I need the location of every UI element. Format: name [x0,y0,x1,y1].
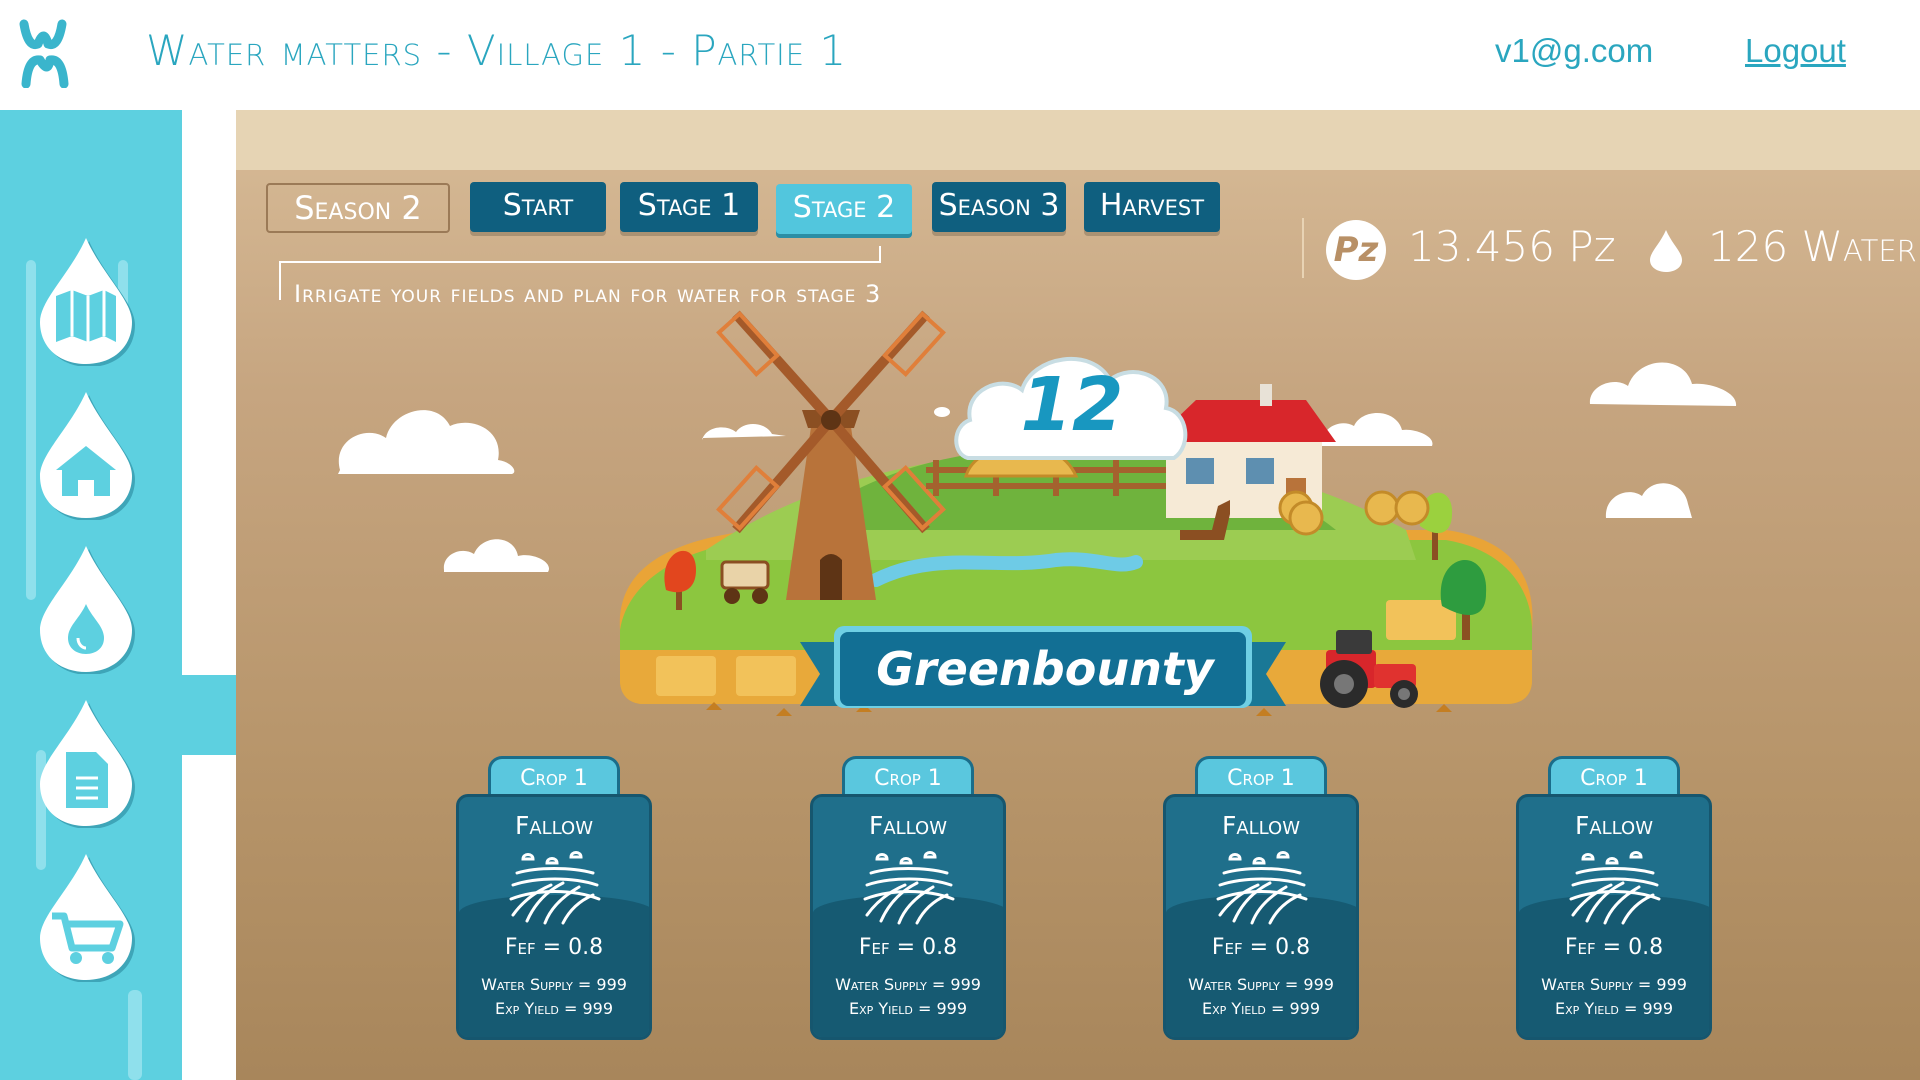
app-logo[interactable] [18,14,90,89]
crop-card[interactable]: Crop 1 Fallow Fef = 0.8 Water Supply = 9… [456,756,652,1040]
crop-expected-yield: Exp Yield = 999 [1554,999,1674,1018]
field-icon [509,851,601,925]
sidebar-item-documents[interactable] [36,696,136,829]
map-icon [56,290,116,342]
crop-tab[interactable]: Crop 1 [842,756,974,798]
crop-card[interactable]: Crop 1 Fallow Fef = 0.8 Water Supply = 9… [810,756,1006,1040]
tab-stage-2[interactable]: Stage 2 [776,184,912,234]
cloud [1605,483,1692,518]
page-title: Water matters - Village 1 - Partie 1 [146,26,848,75]
crop-water-supply: Water Supply = 999 [1541,975,1687,994]
logout-link[interactable]: Logout [1745,32,1846,70]
crop-expected-yield: Exp Yield = 999 [1201,999,1321,1018]
crop-tab[interactable]: Crop 1 [1195,756,1327,798]
crop-water-supply: Water Supply = 999 [835,975,981,994]
cloud [1321,412,1433,446]
crop-expected-yield: Exp Yield = 999 [494,999,614,1018]
crop-card[interactable]: Crop 1 Fallow Fef = 0.8 Water Supply = 9… [1163,756,1359,1040]
round-number: 12 [1020,362,1124,448]
water-drop-icon [1650,230,1682,272]
field-icon [1569,851,1661,925]
crop-status: Fallow [868,811,948,840]
crop-status: Fallow [1221,811,1301,840]
tab-stage-1[interactable]: Stage 1 [620,182,758,232]
sidebar-item-water[interactable] [36,542,136,675]
crop-tab[interactable]: Crop 1 [488,756,620,798]
crop-fef: Fef = 0.8 [1211,935,1311,960]
crop-card-body: Fallow Fef = 0.8 Water Supply = 999 Exp … [810,794,1006,1040]
resources-divider [1302,218,1304,278]
tab-start[interactable]: Start [470,182,606,232]
water-balance: 126 Water [1708,222,1917,271]
crop-water-supply: Water Supply = 999 [1188,975,1334,994]
village-name: Greenbounty [876,642,1214,696]
sidebar-item-map[interactable] [36,234,136,367]
crop-card-body: Fallow Fef = 0.8 Water Supply = 999 Exp … [1516,794,1712,1040]
crop-card-body: Fallow Fef = 0.8 Water Supply = 999 Exp … [1163,794,1359,1040]
crop-fef: Fef = 0.8 [504,935,604,960]
pz-balance: 13.456 Pz [1408,222,1616,271]
pz-currency-icon: Pz [1326,220,1386,280]
crop-fef: Fef = 0.8 [1564,935,1664,960]
crop-water-supply: Water Supply = 999 [481,975,627,994]
crop-card[interactable]: Crop 1 Fallow Fef = 0.8 Water Supply = 9… [1516,756,1712,1040]
cloud [338,410,515,474]
cloud [1589,362,1737,406]
crop-status: Fallow [514,811,594,840]
sidebar-item-shop[interactable] [36,850,136,983]
crop-card-body: Fallow Fef = 0.8 Water Supply = 999 Exp … [456,794,652,1040]
field-icon [863,851,955,925]
crop-status: Fallow [1574,811,1654,840]
tab-harvest[interactable]: Harvest [1084,182,1220,232]
cloud [702,423,786,440]
tab-season-3[interactable]: Season 3 [932,182,1066,232]
field-icon [1216,851,1308,925]
sidebar [0,110,236,1080]
user-email: v1@g.com [1495,32,1654,69]
crop-tab[interactable]: Crop 1 [1548,756,1680,798]
current-season-label: Season 2 [266,183,450,233]
document-icon [66,752,108,808]
crop-expected-yield: Exp Yield = 999 [848,999,968,1018]
sidebar-item-home[interactable] [36,388,136,521]
header: Water matters - Village 1 - Partie 1 v1@… [0,0,1920,110]
crop-fef: Fef = 0.8 [858,935,958,960]
cloud [443,539,550,572]
